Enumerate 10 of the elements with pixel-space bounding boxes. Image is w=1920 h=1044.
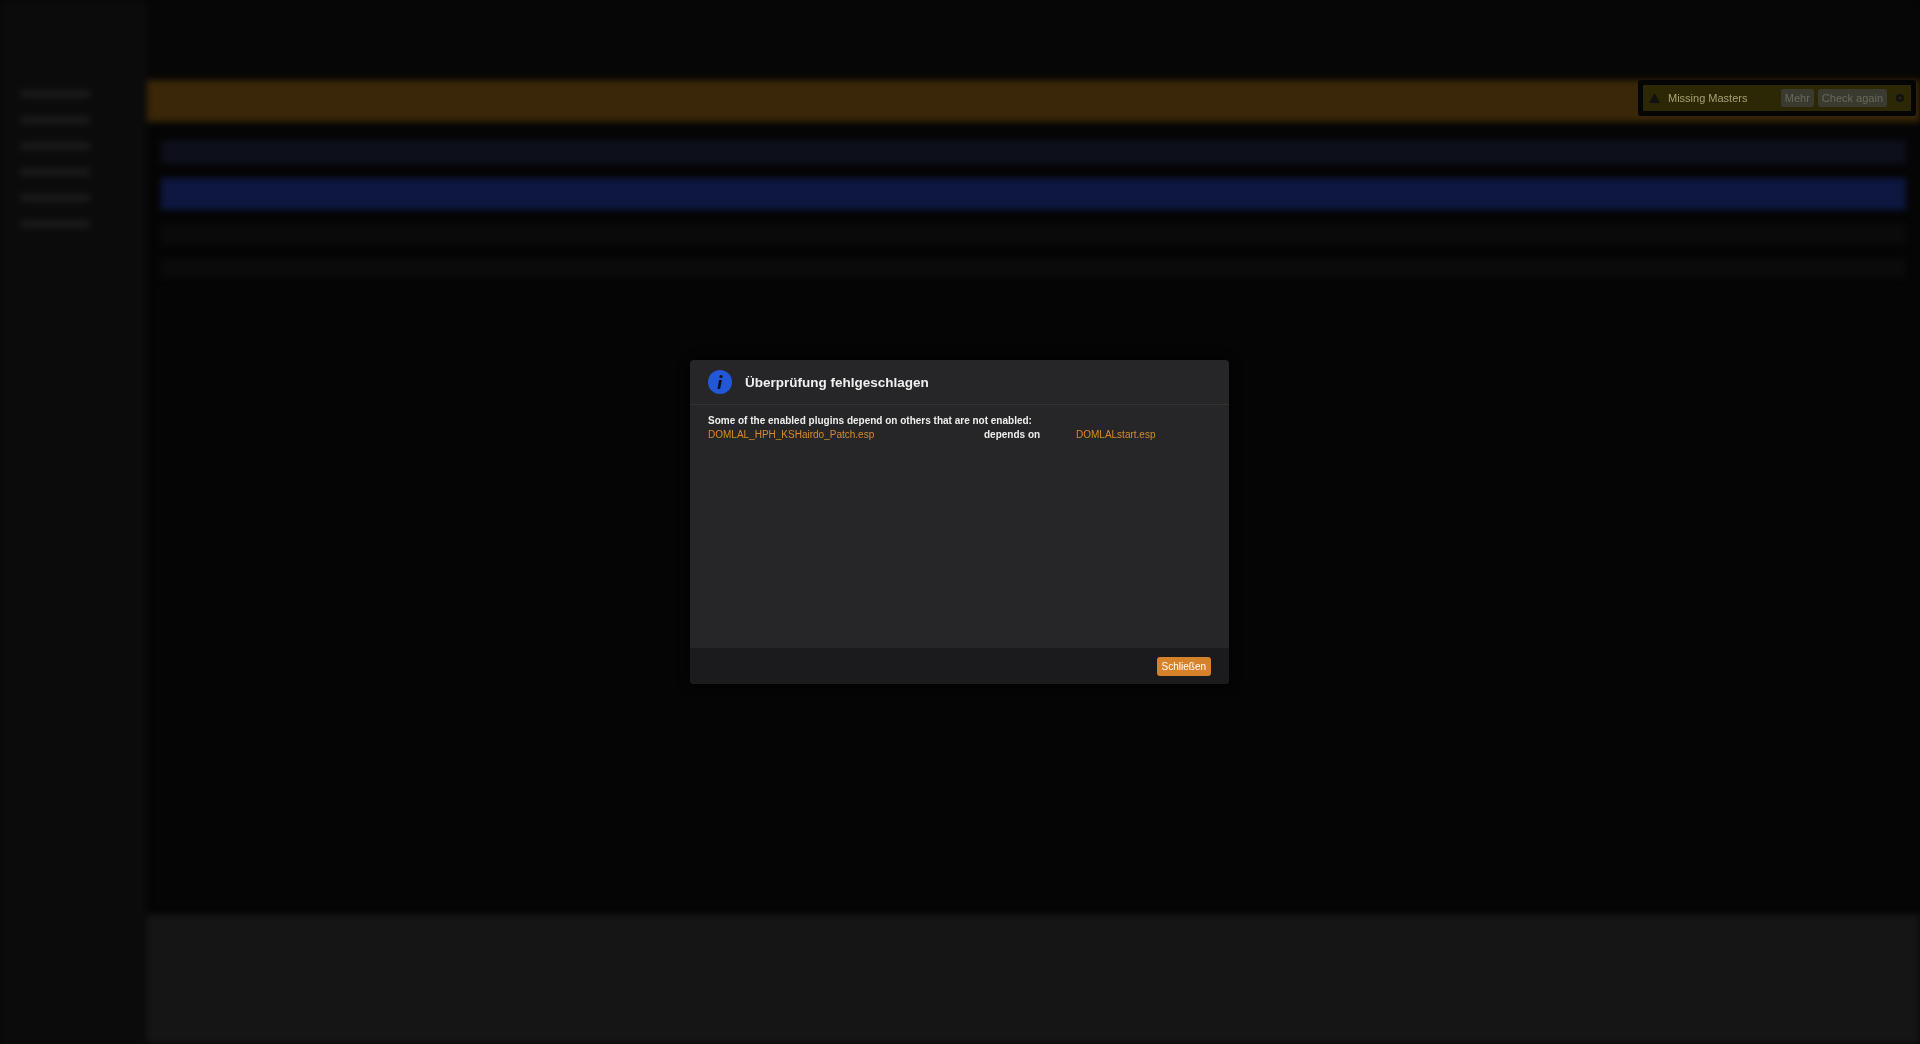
- plugin-name: DOMLAL_HPH_KSHairdo_Patch.esp: [708, 429, 875, 440]
- dialog-title: Überprüfung fehlgeschlagen: [745, 374, 929, 390]
- warning-icon: [1649, 93, 1660, 103]
- relation-text: depends on: [984, 429, 1041, 440]
- dialog-message: Some of the enabled plugins depend on others that are not enabled:: [708, 415, 1033, 426]
- settings-icon[interactable]: [1895, 93, 1905, 103]
- close-button[interactable]: Schließen: [1156, 656, 1211, 676]
- notification-title: Missing Masters: [1668, 92, 1749, 104]
- master-name: DOMLALstart.esp: [1076, 429, 1156, 440]
- info-icon: [708, 370, 732, 394]
